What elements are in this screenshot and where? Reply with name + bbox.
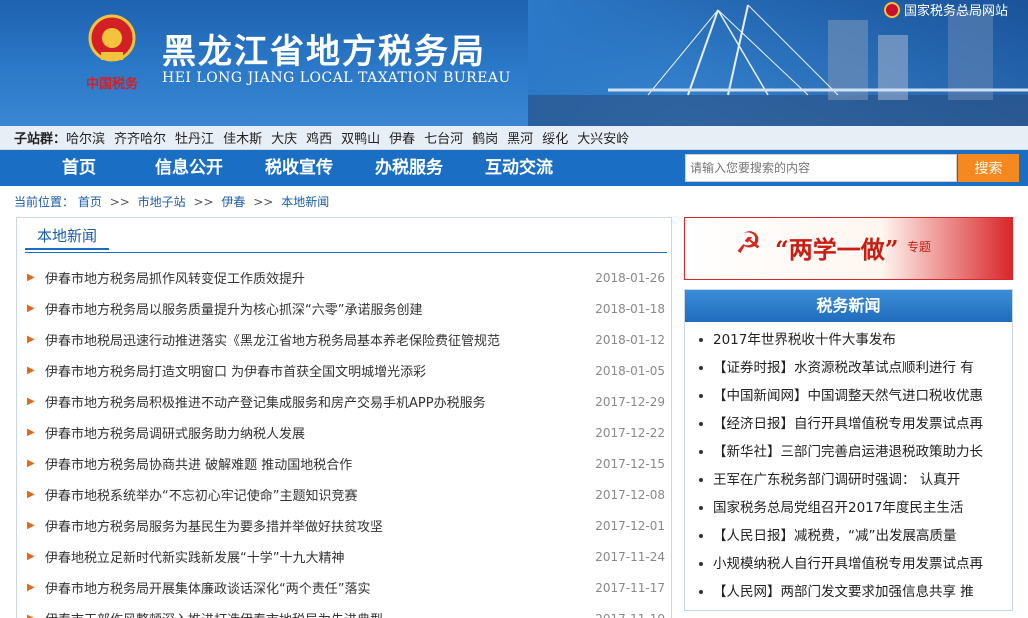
arrow-bullet-icon: ▶ <box>27 550 35 562</box>
svg-text:中国税务: 中国税务 <box>86 76 139 92</box>
bullet-dot-icon <box>699 450 703 454</box>
breadcrumb: 当前位置： 首页 >> 市地子站 >> 伊春 >> 本地新闻 <box>14 195 330 209</box>
arrow-bullet-icon: ▶ <box>27 426 35 438</box>
breadcrumb-yichun[interactable]: 伊春 <box>221 195 245 209</box>
arrow-bullet-icon: ▶ <box>27 612 35 618</box>
arrow-bullet-icon: ▶ <box>27 519 35 531</box>
list-item[interactable]: ▶ 伊春市地方税务局打造文明窗口 为伊春市首获全国文明城增光添彩 2018-01-0… <box>25 355 665 386</box>
bullet-dot-icon <box>699 478 703 482</box>
substation-link[interactable]: 大兴安岭 <box>577 128 629 147</box>
site-title: 黑龙江省地方税务局 <box>162 32 486 72</box>
banner-title: “两学一做” <box>775 235 899 264</box>
local-news-list: ▶ 伊春市地方税务局抓作风转变促工作质效提升 2018-01-26 ▶ 伊春市地方税务… <box>25 262 665 618</box>
arrow-bullet-icon: ▶ <box>27 488 35 500</box>
search-button[interactable]: 搜索 <box>958 154 1019 182</box>
list-item[interactable]: ▶ 伊春市地税局迅速行动推进落实《黑龙江省地方税务局基本养老保险费征管规范 2018… <box>25 324 665 355</box>
search-input[interactable] <box>685 154 957 182</box>
bullet-dot-icon <box>699 394 703 398</box>
arrow-bullet-icon: ▶ <box>27 457 35 469</box>
emblem-icon <box>883 1 900 18</box>
substation-link[interactable]: 绥化 <box>542 128 568 147</box>
list-item[interactable]: 【经济日报】自行开具增值税专用发票试点再 <box>685 410 1012 438</box>
bullet-dot-icon <box>699 366 703 370</box>
substation-link[interactable]: 七台河 <box>424 128 463 147</box>
nav-home[interactable]: 首页 <box>62 150 96 186</box>
banner-subtitle: 专题 <box>907 240 932 254</box>
nav-interaction[interactable]: 互动交流 <box>485 150 553 186</box>
substation-link[interactable]: 齐齐哈尔 <box>114 128 166 147</box>
nav-tax-service[interactable]: 办税服务 <box>375 150 443 186</box>
tax-news-list: 2017年世界税收十件大事发布 【证券时报】水资源税改革试点顺利进行 有 【中国… <box>685 322 1012 606</box>
arrow-bullet-icon: ▶ <box>27 581 35 593</box>
list-item[interactable]: 小规模纳税人自行开具增值税专用发票试点再 <box>685 550 1012 578</box>
list-item[interactable]: 2017年世界税收十件大事发布 <box>685 326 1012 354</box>
tax-news-panel: 税务新闻 2017年世界税收十件大事发布 【证券时报】水资源税改革试点顺利进行 … <box>684 289 1013 611</box>
list-item[interactable]: ▶ 伊春市地方税务局积极推进不动产登记集成服务和房产交易手机APP办税服务 2017… <box>25 386 665 417</box>
list-item[interactable]: 【证券时报】水资源税改革试点顺利进行 有 <box>685 354 1012 382</box>
list-item[interactable]: ▶ 伊春地税立足新时代新实践新发展“十学”十九大精神 2017-11-24 <box>25 541 665 572</box>
arrow-bullet-icon: ▶ <box>27 395 35 407</box>
two-studies-banner[interactable]: ☭ “两学一做” 专题 <box>684 217 1013 280</box>
list-item[interactable]: ▶ 伊春市地方税务局调研式服务助力纳税人发展 2017-12-22 <box>25 417 665 448</box>
list-item[interactable]: 国家税务总局党组召开2017年度民主生活 <box>685 494 1012 522</box>
nav-info-disclosure[interactable]: 信息公开 <box>155 150 223 186</box>
bullet-dot-icon <box>699 422 703 426</box>
breadcrumb-home[interactable]: 首页 <box>78 195 102 209</box>
substation-link[interactable]: 鸡西 <box>306 128 332 147</box>
bullet-dot-icon <box>699 338 703 342</box>
substation-link[interactable]: 牡丹江 <box>175 128 214 147</box>
arrow-bullet-icon: ▶ <box>27 271 35 283</box>
list-item[interactable]: 【新华社】三部门完善启运港退税政策助力长 <box>685 438 1012 466</box>
list-item[interactable]: 【中国新闻网】中国调整天然气进口税收优惠 <box>685 382 1012 410</box>
bullet-dot-icon <box>699 534 703 538</box>
substation-label: 子站群： <box>14 132 67 147</box>
breadcrumb-substations[interactable]: 市地子站 <box>138 195 186 209</box>
substation-link[interactable]: 大庆 <box>271 128 297 147</box>
list-item[interactable]: ▶ 伊春市地方税务局以服务质量提升为核心抓深“六零”承诺服务创建 2018-01-1… <box>25 293 665 324</box>
list-item[interactable]: ▶ 伊春市地税系统举办“不忘初心牢记使命”主题知识竞赛 2017-12-08 <box>25 479 665 510</box>
bullet-dot-icon <box>699 562 703 566</box>
list-item[interactable]: 王军在广东税务部门调研时强调： 认真开 <box>685 466 1012 494</box>
site-header: 中国税务 黑龙江省地方税务局 HEI LONG JIANG LOCAL TAXA… <box>0 0 1028 126</box>
substation-link[interactable]: 鹤岗 <box>472 128 498 147</box>
bullet-dot-icon <box>699 590 703 594</box>
list-item[interactable]: ▶ 伊春市地方税务局抓作风转变促工作质效提升 2018-01-26 <box>25 262 665 293</box>
list-item[interactable]: 【人民日报】减税费，“减”出发展高质量 <box>685 522 1012 550</box>
breadcrumb-label: 当前位置： <box>14 195 75 209</box>
local-news-panel: 本地新闻 ▶ 伊春市地方税务局抓作风转变促工作质效提升 2018-01-26 ▶ 伊春… <box>16 217 672 618</box>
arrow-bullet-icon: ▶ <box>27 302 35 314</box>
list-item[interactable]: 【人民网】两部门发文要求加强信息共享 推 <box>685 578 1012 606</box>
substation-link[interactable]: 哈尔滨 <box>66 128 105 147</box>
tax-emblem-logo[interactable]: 中国税务 <box>77 8 147 98</box>
hammer-sickle-icon: ☭ <box>735 226 762 261</box>
breadcrumb-local-news[interactable]: 本地新闻 <box>281 195 329 209</box>
site-title-english: HEI LONG JIANG LOCAL TAXATION BUREAU <box>162 70 511 86</box>
substation-link[interactable]: 黑河 <box>507 128 533 147</box>
national-tax-link[interactable]: 国家税务总局网站 <box>883 0 1008 19</box>
arrow-bullet-icon: ▶ <box>27 364 35 376</box>
list-item[interactable]: ▶伊春市干部作风整顿深入推进打造伊春市地税局为先进典型2017-11-10 <box>25 603 665 618</box>
substation-link[interactable]: 佳木斯 <box>223 128 262 147</box>
nav-tax-publicity[interactable]: 税收宣传 <box>265 150 333 186</box>
arrow-bullet-icon: ▶ <box>27 333 35 345</box>
tab-local-news[interactable]: 本地新闻 <box>25 222 110 250</box>
bullet-dot-icon <box>699 506 703 510</box>
tax-news-title[interactable]: 税务新闻 <box>685 290 1012 322</box>
list-item[interactable]: ▶ 伊春市地方税务局协商共进 破解难题 推动国地税合作 2017-12-15 <box>25 448 665 479</box>
substation-link[interactable]: 双鸭山 <box>341 128 380 147</box>
substation-bar: 子站群： 哈尔滨 齐齐哈尔 牡丹江 佳木斯 大庆 鸡西 双鸭山 伊春 七台河 鹤… <box>0 126 1028 150</box>
list-item[interactable]: ▶ 伊春市地方税务局开展集体廉政谈话深化“两个责任”落实 2017-11-17 <box>25 572 665 603</box>
list-item[interactable]: ▶ 伊春市地方税务局服务为基民生为要多措并举做好扶贫攻坚 2017-12-01 <box>25 510 665 541</box>
substation-link[interactable]: 伊春 <box>389 128 415 147</box>
